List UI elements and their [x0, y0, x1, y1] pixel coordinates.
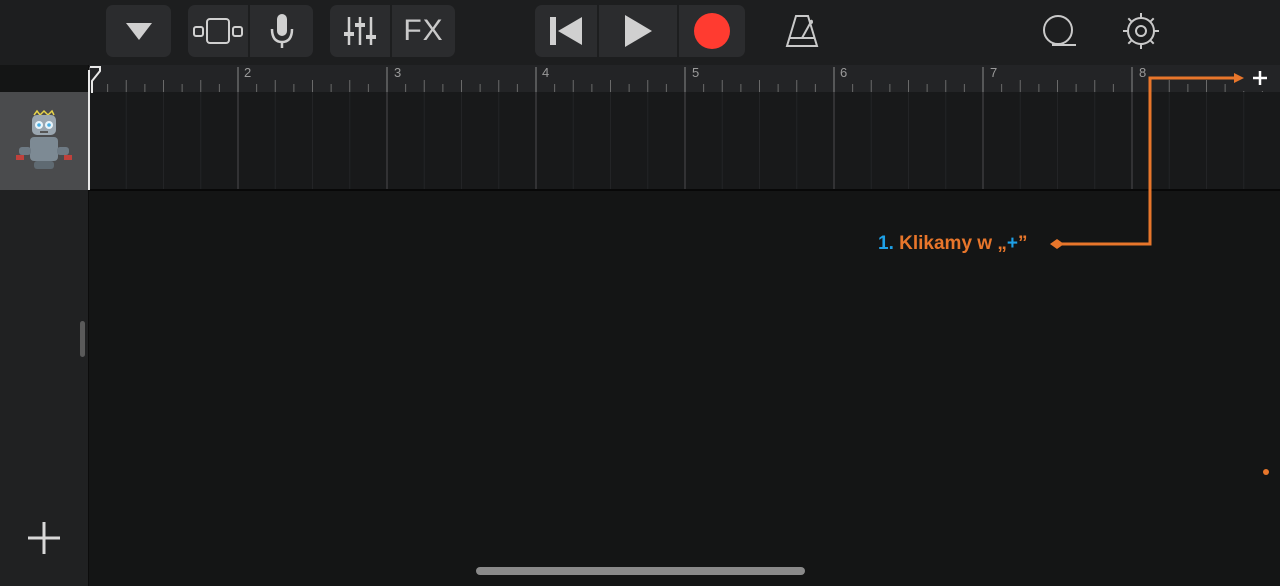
home-indicator[interactable] [476, 567, 805, 575]
callout-text-end: ” [1017, 233, 1028, 254]
callout-label: 1. Klikamy w „+” [878, 233, 1027, 255]
callout-text: Klikamy w „ [899, 233, 1007, 254]
callout-highlight: + [1006, 233, 1018, 254]
callout-arrow [1050, 73, 1244, 249]
annotation-dot [1263, 469, 1269, 475]
callout-number: 1. [878, 233, 894, 254]
